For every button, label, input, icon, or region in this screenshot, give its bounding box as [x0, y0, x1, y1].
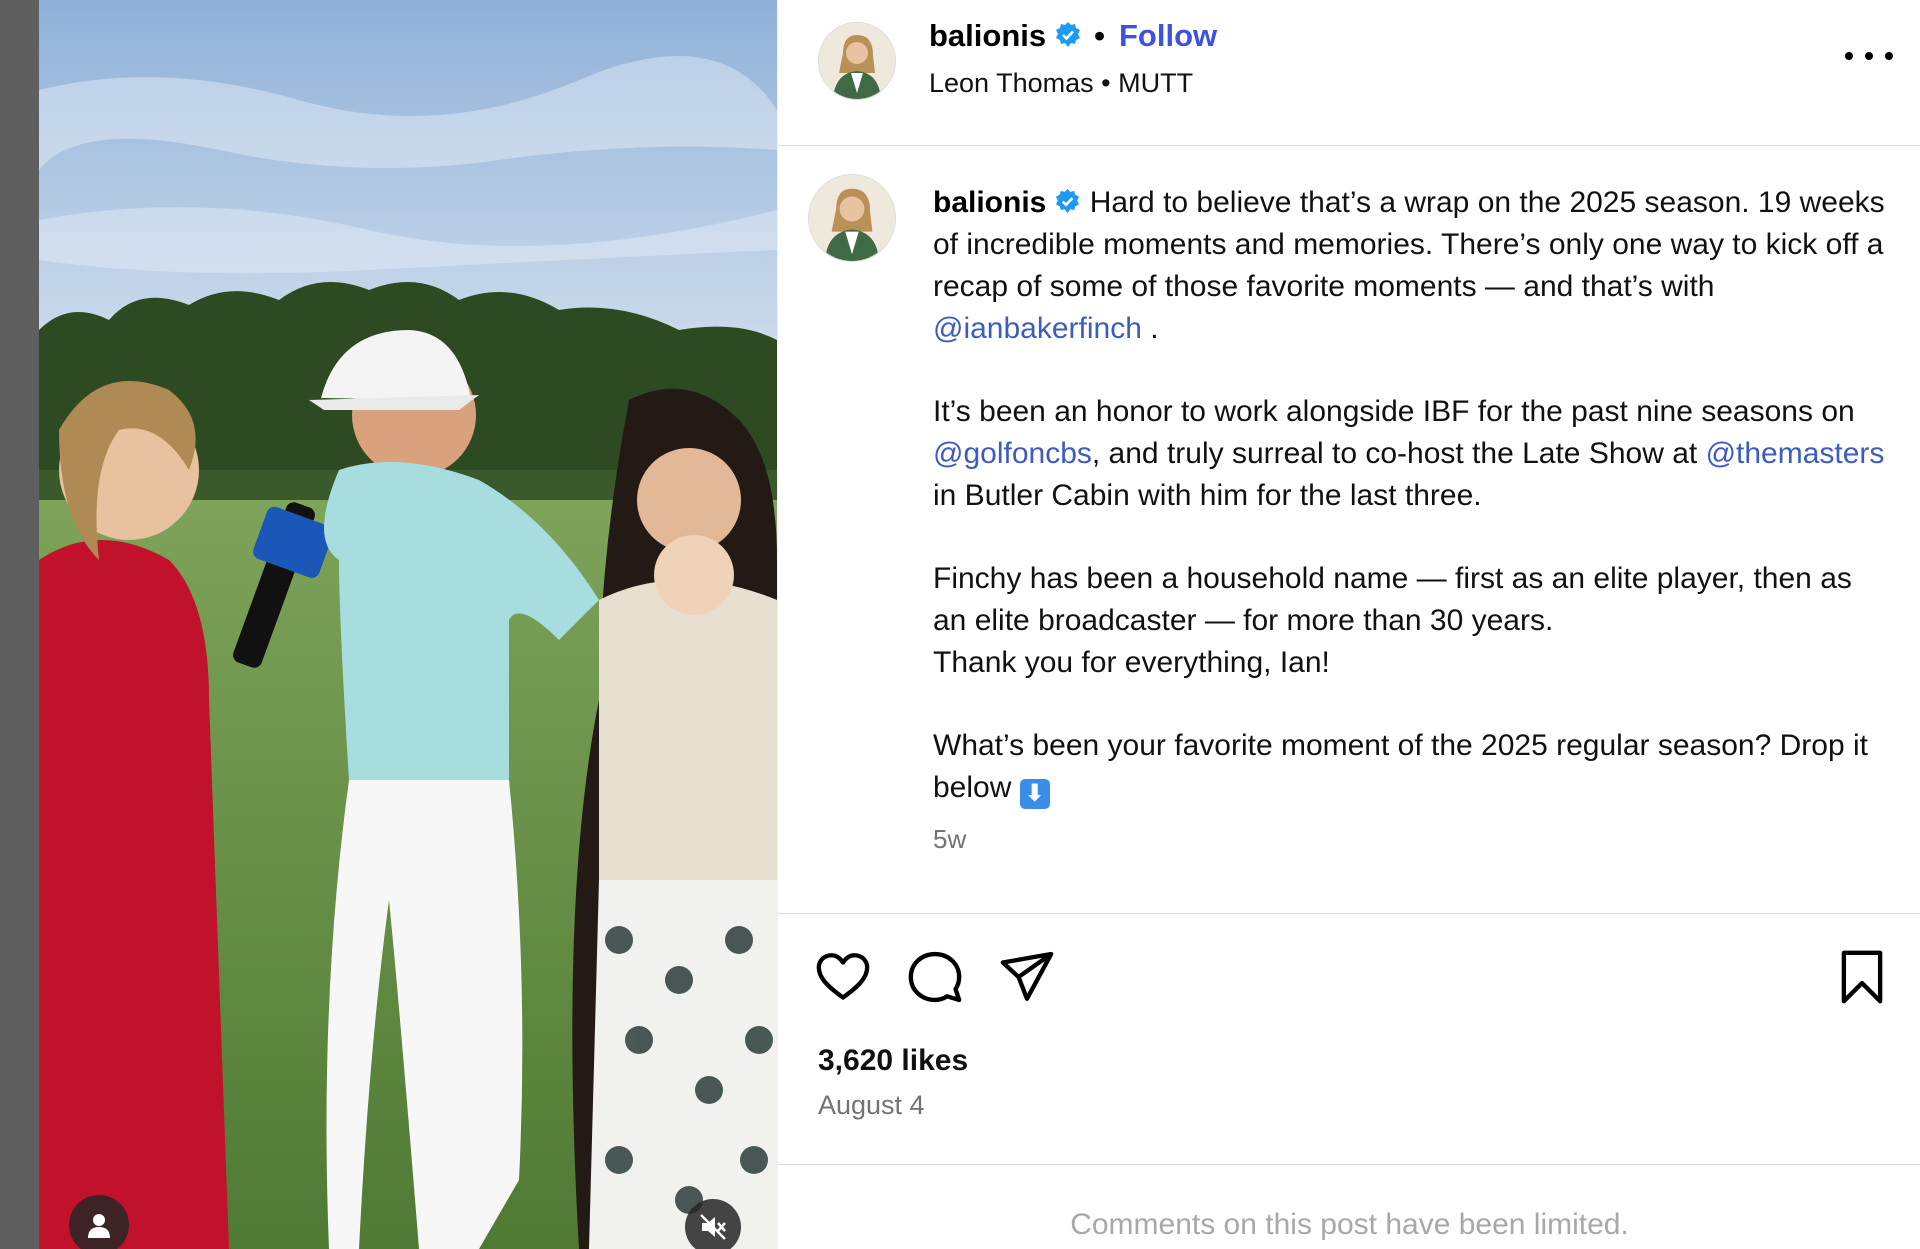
- audio-info[interactable]: Leon Thomas • MUTT: [929, 68, 1193, 99]
- comments-limited-notice: Comments on this post have been limited.: [1070, 1208, 1629, 1241]
- verified-badge-icon: [1056, 22, 1081, 47]
- more-options-icon[interactable]: [1845, 44, 1893, 68]
- user-tags-button[interactable]: [69, 1195, 129, 1249]
- header-user-line: balionis • Follow: [929, 18, 1217, 54]
- header-separator: •: [1094, 18, 1105, 53]
- caption-p2-c: in Butler Cabin with him for the last th…: [933, 479, 1482, 512]
- post-details-panel: balionis • Follow Leon Thomas • MUTT bal…: [777, 0, 1920, 1249]
- avatar-image: [819, 23, 895, 99]
- audio-separator: •: [1101, 68, 1111, 98]
- post-date[interactable]: August 4: [818, 1090, 925, 1121]
- audio-track: MUTT: [1118, 68, 1194, 98]
- caption-section: balionis Hard to believe that’s a wrap o…: [778, 146, 1920, 913]
- caption-paragraph: What’s been your favorite moment of the …: [933, 725, 1893, 809]
- follow-button[interactable]: Follow: [1119, 18, 1217, 53]
- header-username[interactable]: balionis: [929, 18, 1046, 53]
- media-image: [39, 0, 777, 1249]
- caption-p3-line2: Thank you for everything, Ian!: [933, 646, 1330, 679]
- avatar-image: [809, 175, 895, 261]
- post-actions: 3,620 likes August 4: [778, 913, 1920, 1165]
- mention-link[interactable]: @golfoncbs: [933, 437, 1092, 470]
- caption-p2-b: , and truly surreal to co-host the Late …: [1091, 437, 1706, 470]
- bookmark-icon[interactable]: [1833, 948, 1891, 1006]
- post-dialog: balionis • Follow Leon Thomas • MUTT bal…: [0, 0, 1920, 1249]
- caption-paragraph: Finchy has been a household name — first…: [933, 558, 1893, 684]
- caption-avatar[interactable]: [808, 174, 896, 262]
- caption-paragraph: It’s been an honor to work alongside IBF…: [933, 391, 1893, 517]
- mention-link[interactable]: @ianbakerfinch: [933, 312, 1142, 345]
- caption-p2-a: It’s been an honor to work alongside IBF…: [933, 395, 1855, 428]
- caption-p1-end: .: [1141, 312, 1159, 345]
- post-time-ago[interactable]: 5w: [933, 824, 966, 855]
- caption-p4-text: What’s been your favorite moment of the …: [933, 729, 1868, 804]
- mention-link[interactable]: @themasters: [1706, 437, 1885, 470]
- caption-text: balionis Hard to believe that’s a wrap o…: [933, 182, 1893, 850]
- caption-p3-line1: Finchy has been a household name — first…: [933, 562, 1852, 637]
- user-tag-icon: [88, 1214, 110, 1238]
- down-arrow-emoji-icon: ⬇: [1019, 779, 1050, 809]
- likes-count[interactable]: 3,620 likes: [818, 1044, 968, 1078]
- verified-badge-icon: [1056, 188, 1080, 214]
- post-media[interactable]: [39, 0, 777, 1249]
- comment-icon[interactable]: [906, 948, 964, 1006]
- heart-icon[interactable]: [814, 948, 872, 1006]
- caption-username[interactable]: balionis: [933, 186, 1046, 219]
- mute-toggle-button[interactable]: [685, 1199, 741, 1249]
- post-header: balionis • Follow Leon Thomas • MUTT: [778, 0, 1920, 146]
- avatar[interactable]: [818, 22, 896, 100]
- share-icon[interactable]: [998, 948, 1056, 1006]
- muted-speaker-icon: [700, 1214, 726, 1240]
- caption-paragraph: balionis Hard to believe that’s a wrap o…: [933, 182, 1893, 350]
- audio-artist: Leon Thomas: [929, 68, 1094, 98]
- backdrop-edge: [0, 0, 39, 1249]
